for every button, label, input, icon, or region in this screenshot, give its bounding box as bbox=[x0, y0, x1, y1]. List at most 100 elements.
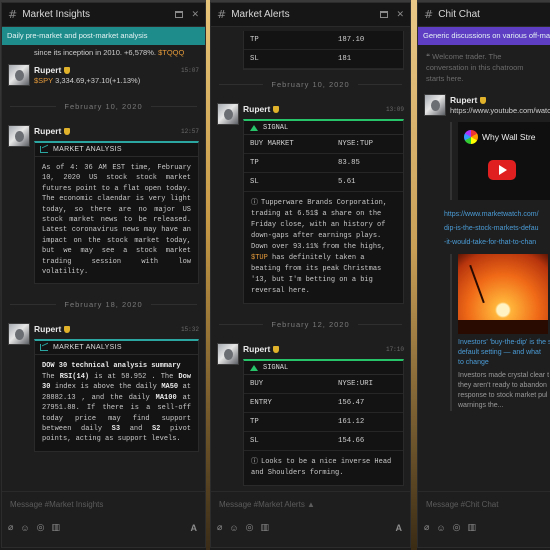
avatar[interactable] bbox=[8, 64, 30, 86]
article-description: Investors made crystal clear t they aren… bbox=[458, 372, 550, 409]
market-analysis-card: MARKET ANALYSIS DOW 30 technical analysi… bbox=[34, 339, 199, 452]
timestamp: 15:32 bbox=[180, 325, 199, 333]
format-text-icon[interactable]: A bbox=[396, 523, 403, 533]
youtube-link[interactable]: https://www.youtube.com/watch bbox=[450, 106, 550, 116]
ticker-link[interactable]: $TQQQ bbox=[158, 48, 184, 57]
format-text-icon[interactable]: A bbox=[191, 523, 198, 533]
panel-titlebar[interactable]: # Chit Chat bbox=[418, 3, 550, 27]
shield-icon bbox=[64, 127, 71, 135]
attach-icon[interactable]: ⌀ bbox=[424, 522, 429, 533]
shield-icon bbox=[273, 345, 280, 353]
maximize-icon[interactable] bbox=[380, 10, 389, 20]
message-feed[interactable]: since its inception in 2010. +6,578%. $T… bbox=[2, 45, 205, 491]
settings-icon[interactable]: ◎ bbox=[246, 522, 254, 533]
channel-description: Daily pre-market and post-market analysi… bbox=[2, 27, 205, 45]
chart-icon bbox=[40, 344, 48, 352]
timestamp: 12:57 bbox=[180, 127, 199, 135]
emoji-icon[interactable]: ☺ bbox=[229, 523, 238, 533]
cnbc-logo-icon bbox=[464, 130, 478, 144]
author-name[interactable]: Rupert bbox=[243, 344, 270, 354]
video-embed: Why Wall Stre bbox=[450, 122, 550, 200]
author-name[interactable]: Rupert bbox=[34, 65, 61, 75]
channel-hash-icon: # bbox=[8, 8, 18, 21]
avatar[interactable] bbox=[8, 125, 30, 147]
chart-insert-icon[interactable]: ▥ bbox=[467, 522, 476, 533]
emoji-icon[interactable]: ☺ bbox=[436, 523, 445, 533]
info-icon: ⓘ bbox=[251, 458, 258, 466]
panel-title: Market Insights bbox=[22, 9, 91, 20]
video-title: Why Wall Stre bbox=[482, 132, 536, 142]
ticker-link[interactable]: $TUP bbox=[251, 254, 268, 262]
attach-icon[interactable]: ⌀ bbox=[217, 522, 222, 533]
signal-row: TP 187.10 bbox=[244, 31, 403, 50]
market-alerts-panel: # Market Alerts ✕ TP 187.10 SL 181 Februar… bbox=[210, 2, 411, 548]
message-text: $SPY 3,334.69,+37.10(+1.13%) bbox=[34, 76, 141, 85]
panel-title: Market Alerts bbox=[231, 9, 290, 20]
info-icon: ⓘ bbox=[251, 199, 258, 207]
chart-insert-icon[interactable]: ▥ bbox=[260, 522, 269, 533]
channel-hash-icon: # bbox=[217, 8, 227, 21]
settings-icon[interactable]: ◎ bbox=[453, 522, 461, 533]
author-name[interactable]: Rupert bbox=[243, 104, 270, 114]
ticker-link[interactable]: $SPY bbox=[34, 76, 53, 85]
settings-icon[interactable]: ◎ bbox=[37, 522, 45, 533]
avatar[interactable] bbox=[217, 103, 239, 125]
shield-icon bbox=[273, 105, 280, 113]
article-image[interactable] bbox=[458, 254, 548, 334]
chart-icon bbox=[40, 146, 48, 153]
avatar[interactable] bbox=[217, 343, 239, 365]
signal-row: SL 181 bbox=[244, 50, 403, 69]
message-composer: Message #Market Insights ⌀ ☺ ◎ ▥ A bbox=[2, 491, 205, 547]
message-composer: Message #Chit Chat ⌀ ☺ ◎ ▥ bbox=[418, 491, 550, 547]
chart-insert-icon[interactable]: ▥ bbox=[51, 522, 60, 533]
signal-card: SIGNAL BUY NYSE:URI ENTRY 156.47 TP 161.12 … bbox=[243, 359, 404, 486]
up-arrow-icon bbox=[250, 364, 258, 371]
video-thumbnail[interactable]: Why Wall Stre bbox=[458, 122, 550, 200]
up-arrow-icon bbox=[250, 124, 258, 131]
marketwatch-link[interactable]: https://www.marketwatch.com/ dip-is-the-… bbox=[444, 210, 545, 248]
signal-row: SL 154.66 bbox=[244, 432, 403, 451]
signal-card: SIGNAL BUY MARKET NYSE:TUP TP 83.85 SL 5.61… bbox=[243, 119, 404, 304]
message-input[interactable]: Message #Market Insights bbox=[2, 492, 205, 520]
channel-description: Generic discussions on various off-mar bbox=[418, 27, 550, 45]
avatar[interactable] bbox=[424, 94, 446, 116]
message-input[interactable]: Message #Market Alerts ▲ bbox=[211, 492, 410, 520]
attach-icon[interactable]: ⌀ bbox=[8, 522, 13, 533]
author-name[interactable]: Rupert bbox=[450, 95, 477, 105]
signal-title: SIGNAL bbox=[263, 123, 289, 132]
emoji-icon[interactable]: ☺ bbox=[20, 523, 29, 533]
play-icon[interactable] bbox=[488, 160, 516, 180]
panel-title: Chit Chat bbox=[438, 9, 480, 20]
panel-titlebar[interactable]: # Market Insights ✕ bbox=[2, 3, 205, 27]
date-divider: February 12, 2020 bbox=[219, 320, 402, 329]
maximize-icon[interactable] bbox=[175, 10, 184, 20]
card-title: MARKET ANALYSIS bbox=[53, 146, 122, 153]
author-name[interactable]: Rupert bbox=[34, 126, 61, 136]
article-embed: Investors' 'buy-the-dip' is the stoc def… bbox=[450, 254, 550, 411]
avatar[interactable] bbox=[8, 323, 30, 346]
signal-row: SL 5.61 bbox=[244, 173, 403, 192]
message: Rupert 13:09 SIGNAL BUY MARKET NYSE:TUP T… bbox=[211, 99, 410, 310]
message: Rupert 15:07 $SPY 3,334.69,+37.10(+1.13%… bbox=[2, 60, 205, 92]
close-icon[interactable]: ✕ bbox=[396, 9, 404, 20]
date-divider: February 10, 2020 bbox=[219, 80, 402, 89]
message: Rupert https://www.youtube.com/watch Why… bbox=[418, 90, 550, 417]
card-body: As of 4: 36 AM EST time, February 10, 20… bbox=[42, 164, 191, 277]
article-title[interactable]: Investors' 'buy-the-dip' is the stoc def… bbox=[458, 338, 550, 368]
message: Rupert 17:10 SIGNAL BUY NYSE:URI ENTRY 156… bbox=[211, 339, 410, 491]
message-feed[interactable]: ❝ Welcome trader. The conversation in th… bbox=[418, 45, 550, 491]
card-body: DOW 30 technical analysis summary The RSI… bbox=[42, 362, 192, 444]
message: Rupert 12:57 MARKET ANALYSIS As of 4: 36… bbox=[2, 121, 205, 290]
author-name[interactable]: Rupert bbox=[34, 324, 61, 334]
welcome-text: ❝ Welcome trader. The conversation in th… bbox=[426, 52, 524, 83]
timestamp: 17:10 bbox=[385, 345, 404, 353]
panel-titlebar[interactable]: # Market Alerts ✕ bbox=[211, 3, 410, 27]
message-input[interactable]: Message #Chit Chat bbox=[418, 492, 550, 520]
timestamp: 13:09 bbox=[385, 105, 404, 113]
message-feed[interactable]: TP 187.10 SL 181 February 10, 2020 Rupert … bbox=[211, 27, 410, 491]
signal-card: TP 187.10 SL 181 bbox=[243, 31, 404, 70]
date-divider: February 10, 2020 bbox=[10, 102, 197, 111]
close-icon[interactable]: ✕ bbox=[191, 9, 199, 20]
signal-note: ⓘ Tupperware Brands Corporation, trading … bbox=[251, 199, 388, 295]
shield-icon bbox=[64, 325, 71, 333]
